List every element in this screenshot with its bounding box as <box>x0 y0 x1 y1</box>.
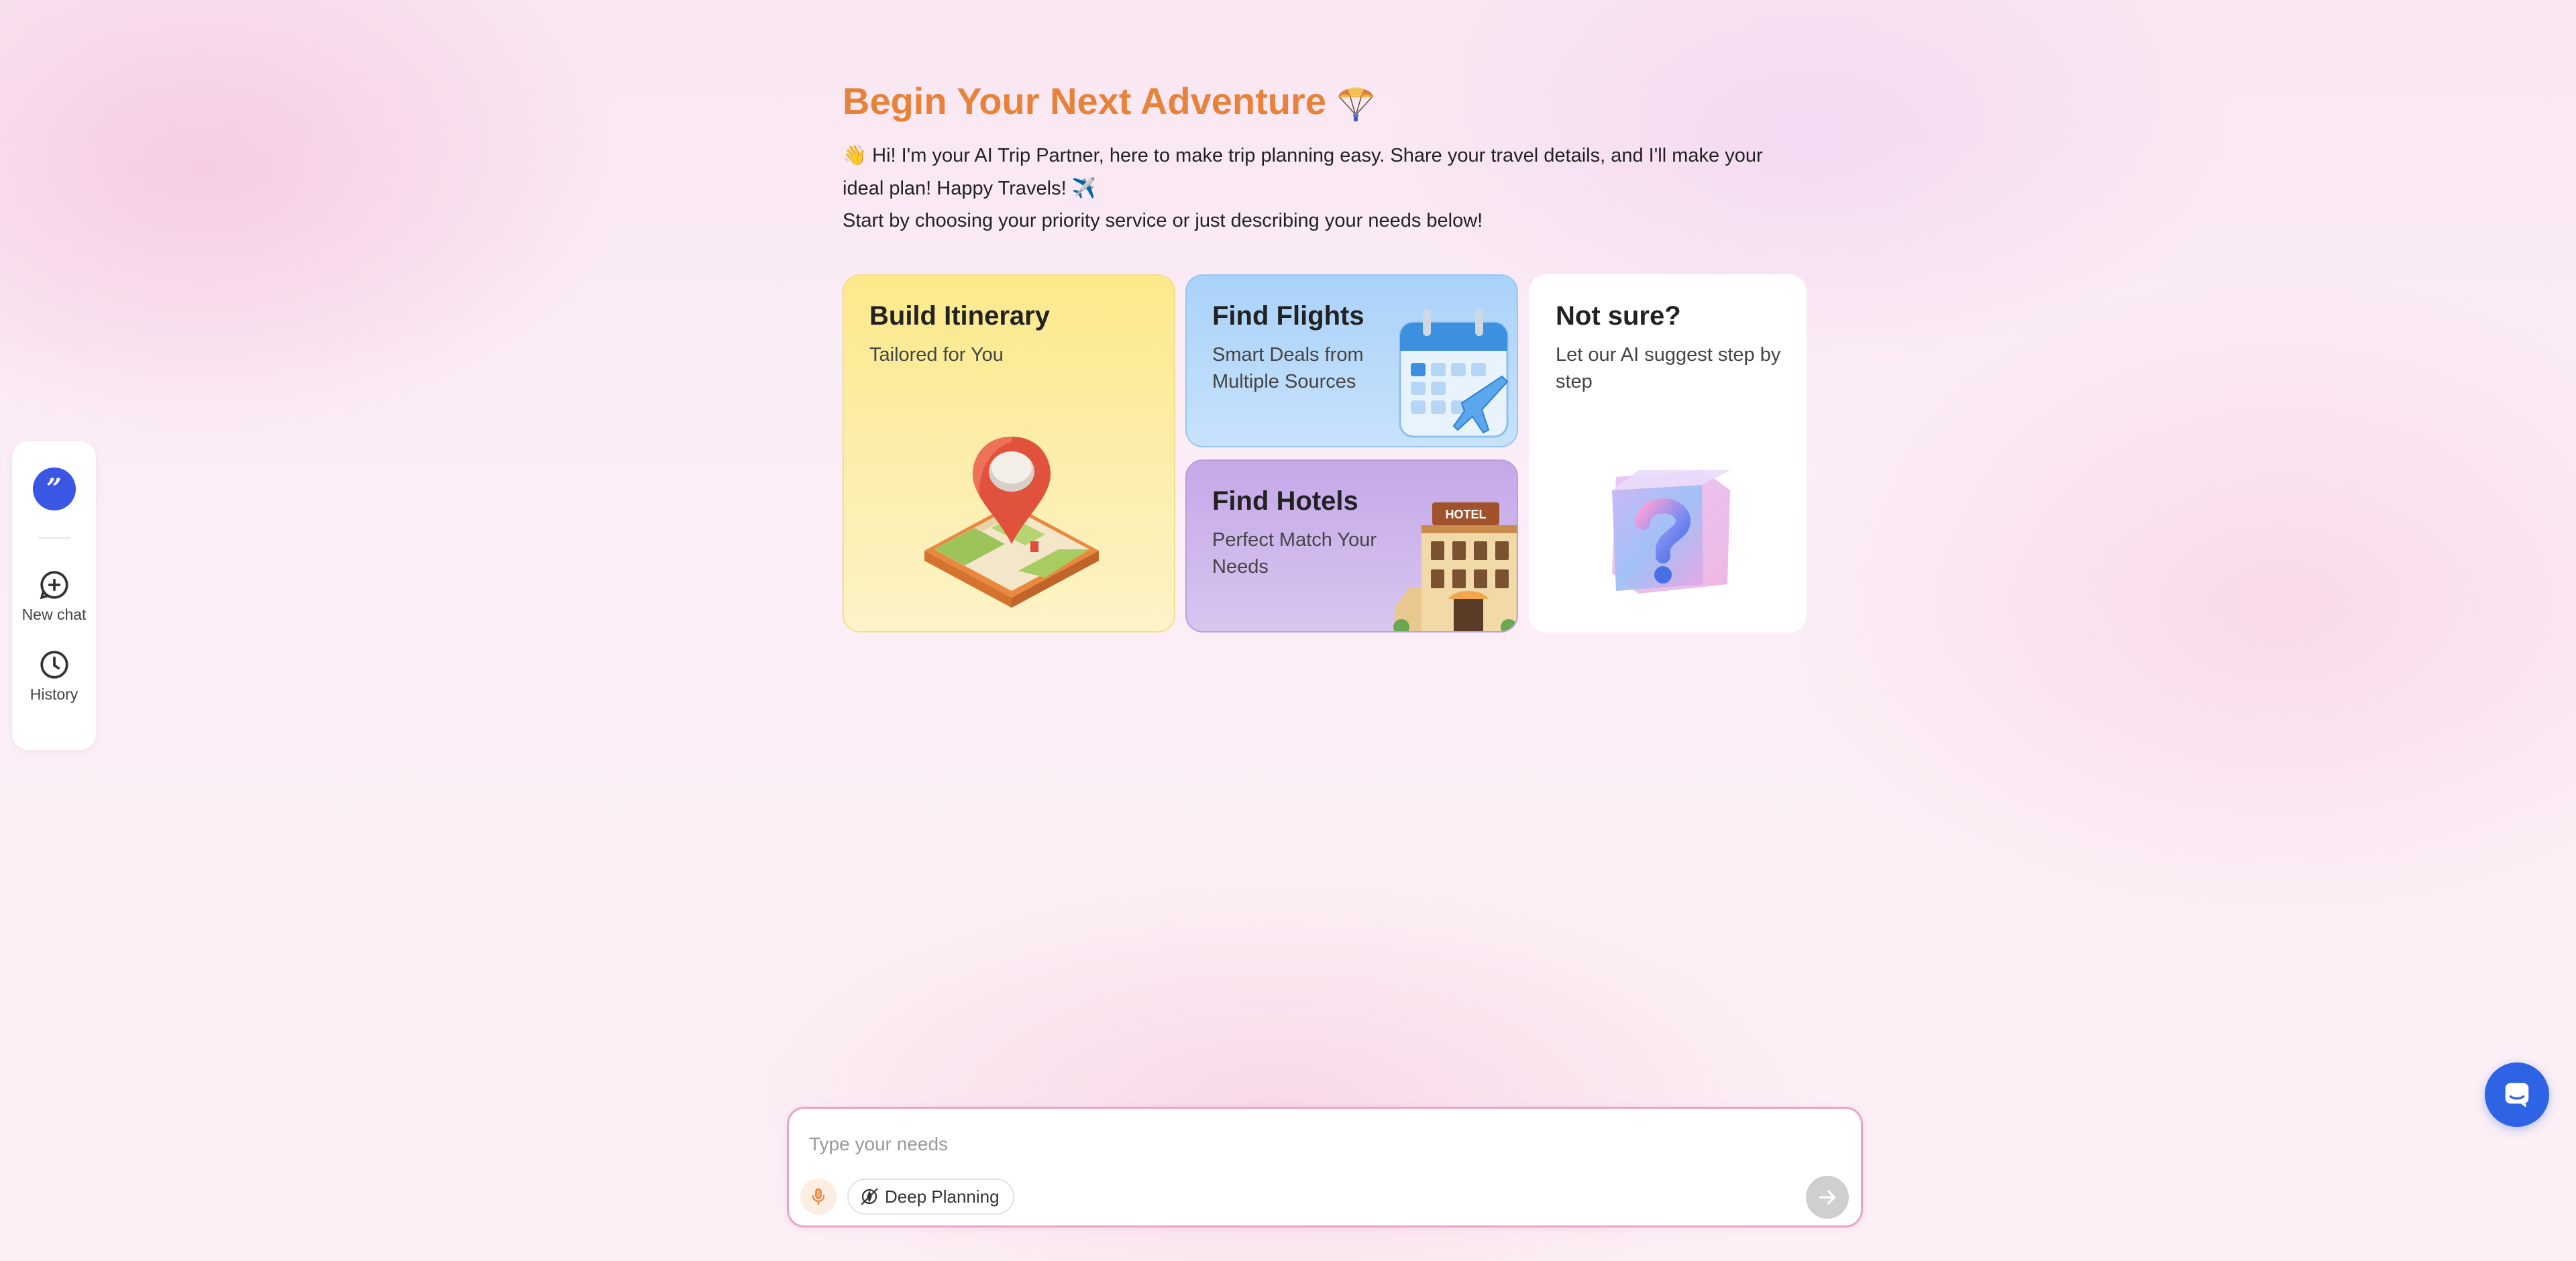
microphone-button[interactable] <box>800 1178 837 1215</box>
question-cube-icon <box>1612 470 1730 594</box>
arrow-right-icon <box>1819 1190 1836 1205</box>
page-title: Begin Your Next Adventure <box>843 79 1809 123</box>
find-flights-title: Find Flights <box>1212 301 1364 331</box>
find-hotels-subtitle: Perfect Match Your Needs <box>1212 529 1377 578</box>
chat-bubble-icon <box>2505 1083 2529 1108</box>
page-title-text: Begin Your Next Adventure <box>843 80 1326 122</box>
sidebar: ” New chat History <box>12 441 96 750</box>
plus-circle-icon <box>40 571 68 600</box>
deep-planning-label: Deep Planning <box>885 1186 1000 1207</box>
not-sure-subtitle: Let our AI suggest step by step <box>1556 344 1781 392</box>
not-sure-title: Not sure? <box>1556 301 1681 331</box>
intro-paragraph: 👋 Hi! I'm your AI Trip Partner, here to … <box>843 139 1809 205</box>
main-content: Begin Your Next Adventure 👋 Hi! I'm your… <box>843 79 1809 633</box>
build-itinerary-title: Build Itinerary <box>869 301 1050 331</box>
history-label: History <box>30 686 78 703</box>
not-sure-card[interactable]: Not sure? Let our AI suggest step by ste… <box>1529 274 1807 633</box>
chat-input[interactable] <box>809 1128 1815 1161</box>
map-pin-icon <box>924 437 1099 608</box>
send-button[interactable] <box>1806 1176 1849 1219</box>
clock-icon <box>40 651 68 679</box>
calendar-plane-icon <box>1399 309 1509 438</box>
deep-planning-button[interactable]: Deep Planning <box>847 1178 1014 1215</box>
history-button[interactable]: History <box>30 648 78 704</box>
find-hotels-title: Find Hotels <box>1212 486 1358 516</box>
plane-emoji: ✈️ <box>1071 176 1096 199</box>
support-chat-button[interactable] <box>2485 1062 2549 1127</box>
find-hotels-card[interactable]: Find Hotels Perfect Match Your Needs HOT… <box>1185 459 1518 633</box>
build-itinerary-card[interactable]: Build Itinerary Tailored for You <box>843 274 1175 633</box>
app-logo[interactable]: ” <box>32 468 76 510</box>
new-chat-button[interactable]: New chat <box>21 568 87 624</box>
deep-planning-icon <box>861 1188 878 1205</box>
hotel-icon: HOTEL <box>1393 502 1517 631</box>
chat-input-box: Deep Planning <box>787 1107 1863 1227</box>
find-flights-card[interactable]: Find Flights Smart Deals from Multiple S… <box>1185 274 1518 447</box>
wave-emoji: 👋 <box>843 144 867 166</box>
new-chat-label: New chat <box>21 606 87 623</box>
intro-line-1: Hi! I'm your AI Trip Partner, here to ma… <box>843 145 1763 199</box>
intro-line-2: Start by choosing your priority service … <box>843 210 1483 231</box>
sidebar-divider <box>38 537 70 539</box>
parachute-icon <box>1338 87 1373 121</box>
intro-text: 👋 Hi! I'm your AI Trip Partner, here to … <box>843 139 1809 237</box>
hotel-sign-text: HOTEL <box>1446 508 1487 521</box>
build-itinerary-subtitle: Tailored for You <box>869 344 1004 366</box>
microphone-icon <box>812 1188 825 1205</box>
find-flights-subtitle: Smart Deals from Multiple Sources <box>1212 344 1364 392</box>
